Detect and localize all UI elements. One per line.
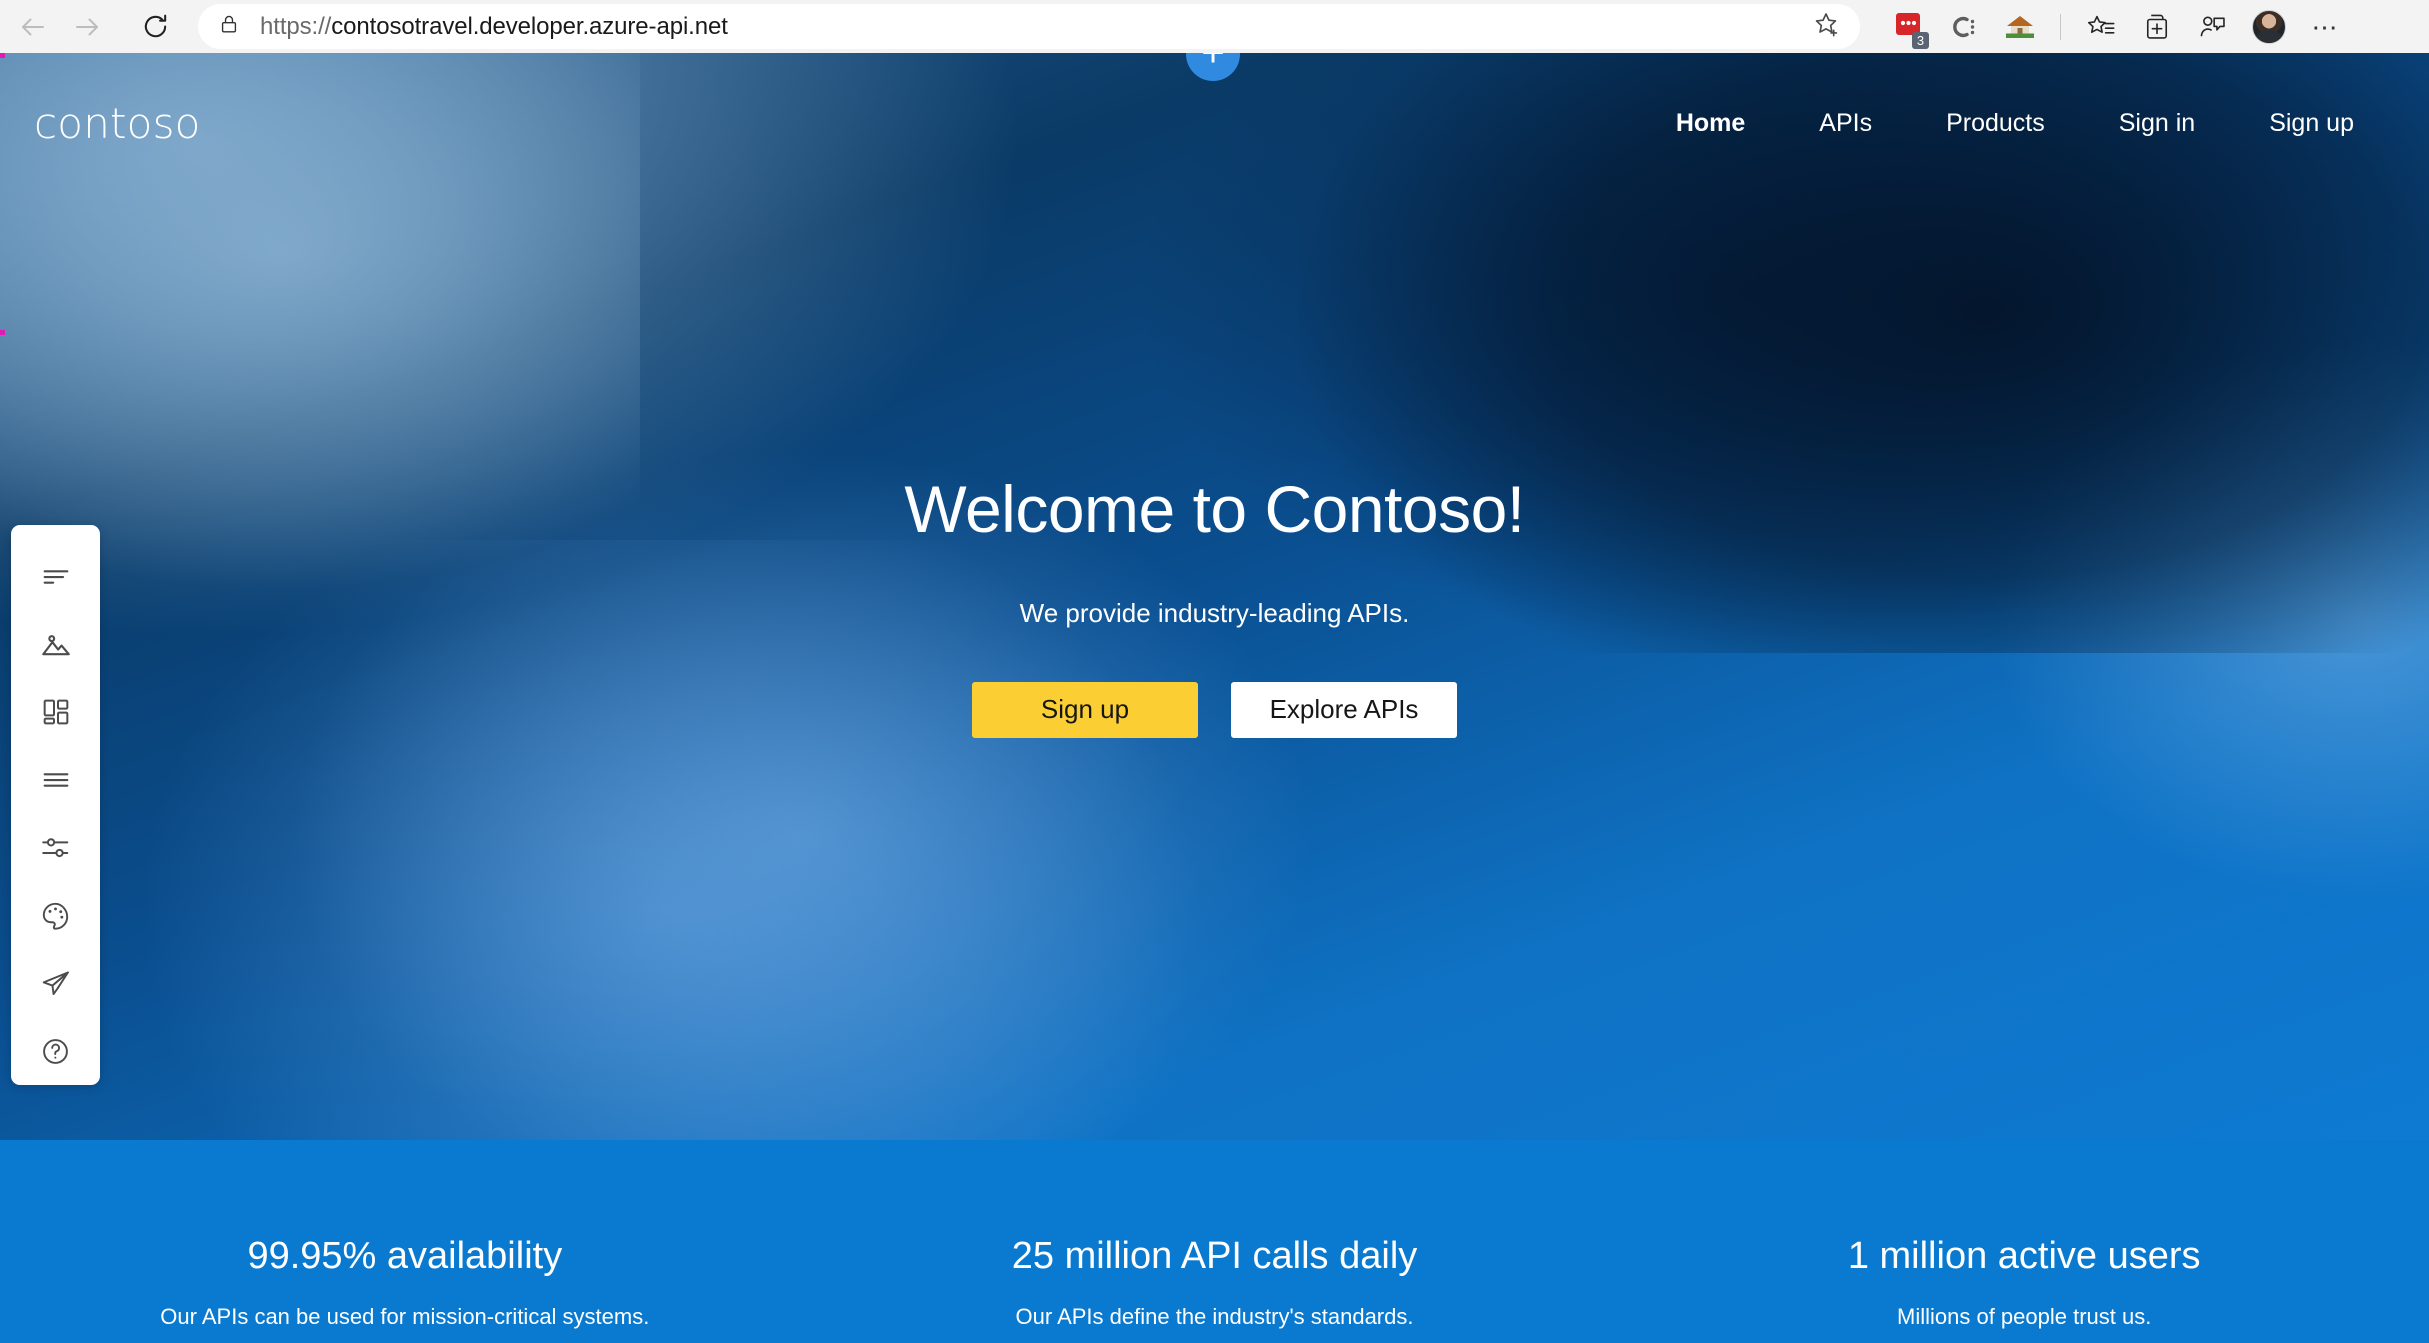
reload-icon (144, 14, 166, 38)
help-question-icon (39, 1035, 72, 1068)
hero-button-group: Sign up Explore APIs (972, 681, 1457, 738)
nav-link-home[interactable]: Home (1639, 99, 1782, 148)
color-palette-icon (39, 899, 72, 932)
edit-marker-bottom (0, 330, 5, 335)
browser-extensions-area: 3 ⋯ (1880, 0, 2353, 53)
sidebar-item-settings[interactable] (11, 814, 100, 882)
publish-send-icon (39, 967, 72, 1000)
browser-profile-share-icon[interactable] (2185, 0, 2241, 53)
browser-forward-button[interactable] (60, 0, 114, 53)
extension-red-icon[interactable]: 3 (1880, 0, 1936, 53)
site-logo[interactable]: contoso (34, 99, 201, 148)
stat-title: 1 million active users (1847, 1235, 2201, 1277)
sidebar-item-styles[interactable] (11, 882, 100, 950)
toolbar-divider (2060, 13, 2061, 40)
site-nav: Home APIs Products Sign in Sign up (1639, 99, 2391, 148)
nav-link-products[interactable]: Products (1909, 99, 2082, 148)
web-page: + contoso Home APIs Products Sign in Sig… (0, 53, 2429, 1343)
stat-subtitle: Our APIs can be used for mission-critica… (160, 1303, 650, 1329)
edit-marker-top (0, 53, 5, 58)
hero-title: Welcome to Contoso! (904, 472, 1525, 546)
sidebar-item-text[interactable] (11, 543, 100, 611)
forward-arrow-icon (76, 18, 98, 35)
browser-more-menu[interactable]: ⋯ (2297, 0, 2353, 53)
address-bar[interactable]: https://contosotravel.developer.azure-ap… (198, 4, 1860, 49)
favorites-icon[interactable] (2073, 0, 2129, 53)
hero-subtitle: We provide industry-leading APIs. (1019, 597, 1410, 628)
sidebar-item-menu[interactable] (11, 746, 100, 814)
stat-api-calls: 25 million API calls daily Our APIs defi… (810, 1140, 1620, 1330)
collections-glyph (2146, 14, 2168, 39)
image-icon (39, 628, 73, 662)
stat-title: 25 million API calls daily (1011, 1235, 1418, 1277)
profile-share-glyph (2200, 15, 2225, 36)
nav-link-sign-in[interactable]: Sign in (2082, 99, 2232, 148)
browser-reload-button[interactable] (128, 0, 182, 53)
sidebar-item-image[interactable] (11, 611, 100, 679)
nav-link-sign-up[interactable]: Sign up (2232, 99, 2391, 148)
hero-content: Welcome to Contoso! We provide industry-… (0, 473, 2429, 738)
sidebar-item-publish[interactable] (11, 950, 100, 1018)
settings-sliders-icon (39, 831, 73, 865)
avatar[interactable] (2241, 0, 2297, 53)
favorites-star-list-glyph (2087, 15, 2115, 34)
menu-lines-icon (39, 763, 73, 797)
lock-icon (218, 13, 240, 40)
stat-subtitle: Millions of people trust us. (1897, 1303, 2152, 1329)
address-bar-text: https://contosotravel.developer.azure-ap… (260, 12, 728, 40)
stat-subtitle: Our APIs define the industry's standards… (1015, 1303, 1414, 1329)
more-dots-icon: ⋯ (2311, 11, 2339, 42)
layout-widgets-icon (40, 696, 72, 728)
avatar-image (2252, 9, 2286, 44)
citrix-glyph (1953, 16, 1975, 37)
hero-section: + contoso Home APIs Products Sign in Sig… (0, 53, 2429, 1140)
nav-link-apis[interactable]: APIs (1782, 99, 1909, 148)
stat-availability: 99.95% availability Our APIs can be used… (0, 1140, 810, 1330)
plus-icon: + (1201, 53, 1225, 75)
back-arrow-icon (22, 18, 44, 35)
sidebar-item-help[interactable] (11, 1017, 100, 1085)
extension-citrix-icon[interactable] (1936, 0, 1992, 53)
extension-badge-count: 3 (1912, 32, 1929, 49)
explore-apis-button[interactable]: Explore APIs (1231, 681, 1457, 738)
stat-title: 99.95% availability (247, 1235, 563, 1277)
home-extension-icon[interactable] (1992, 0, 2048, 53)
stat-active-users: 1 million active users Millions of peopl… (1619, 1140, 2429, 1330)
editor-sidebar (11, 525, 100, 1085)
stats-section: 99.95% availability Our APIs can be used… (0, 1140, 2429, 1343)
collections-icon[interactable] (2129, 0, 2185, 53)
sign-up-button[interactable]: Sign up (972, 681, 1198, 738)
text-paragraph-icon (39, 560, 73, 594)
browser-back-button[interactable] (6, 0, 60, 53)
house-glyph (2006, 15, 2034, 38)
sidebar-item-widgets[interactable] (11, 679, 100, 747)
browser-toolbar: https://contosotravel.developer.azure-ap… (0, 0, 2429, 53)
add-favorite-star-icon[interactable] (1812, 10, 1840, 43)
